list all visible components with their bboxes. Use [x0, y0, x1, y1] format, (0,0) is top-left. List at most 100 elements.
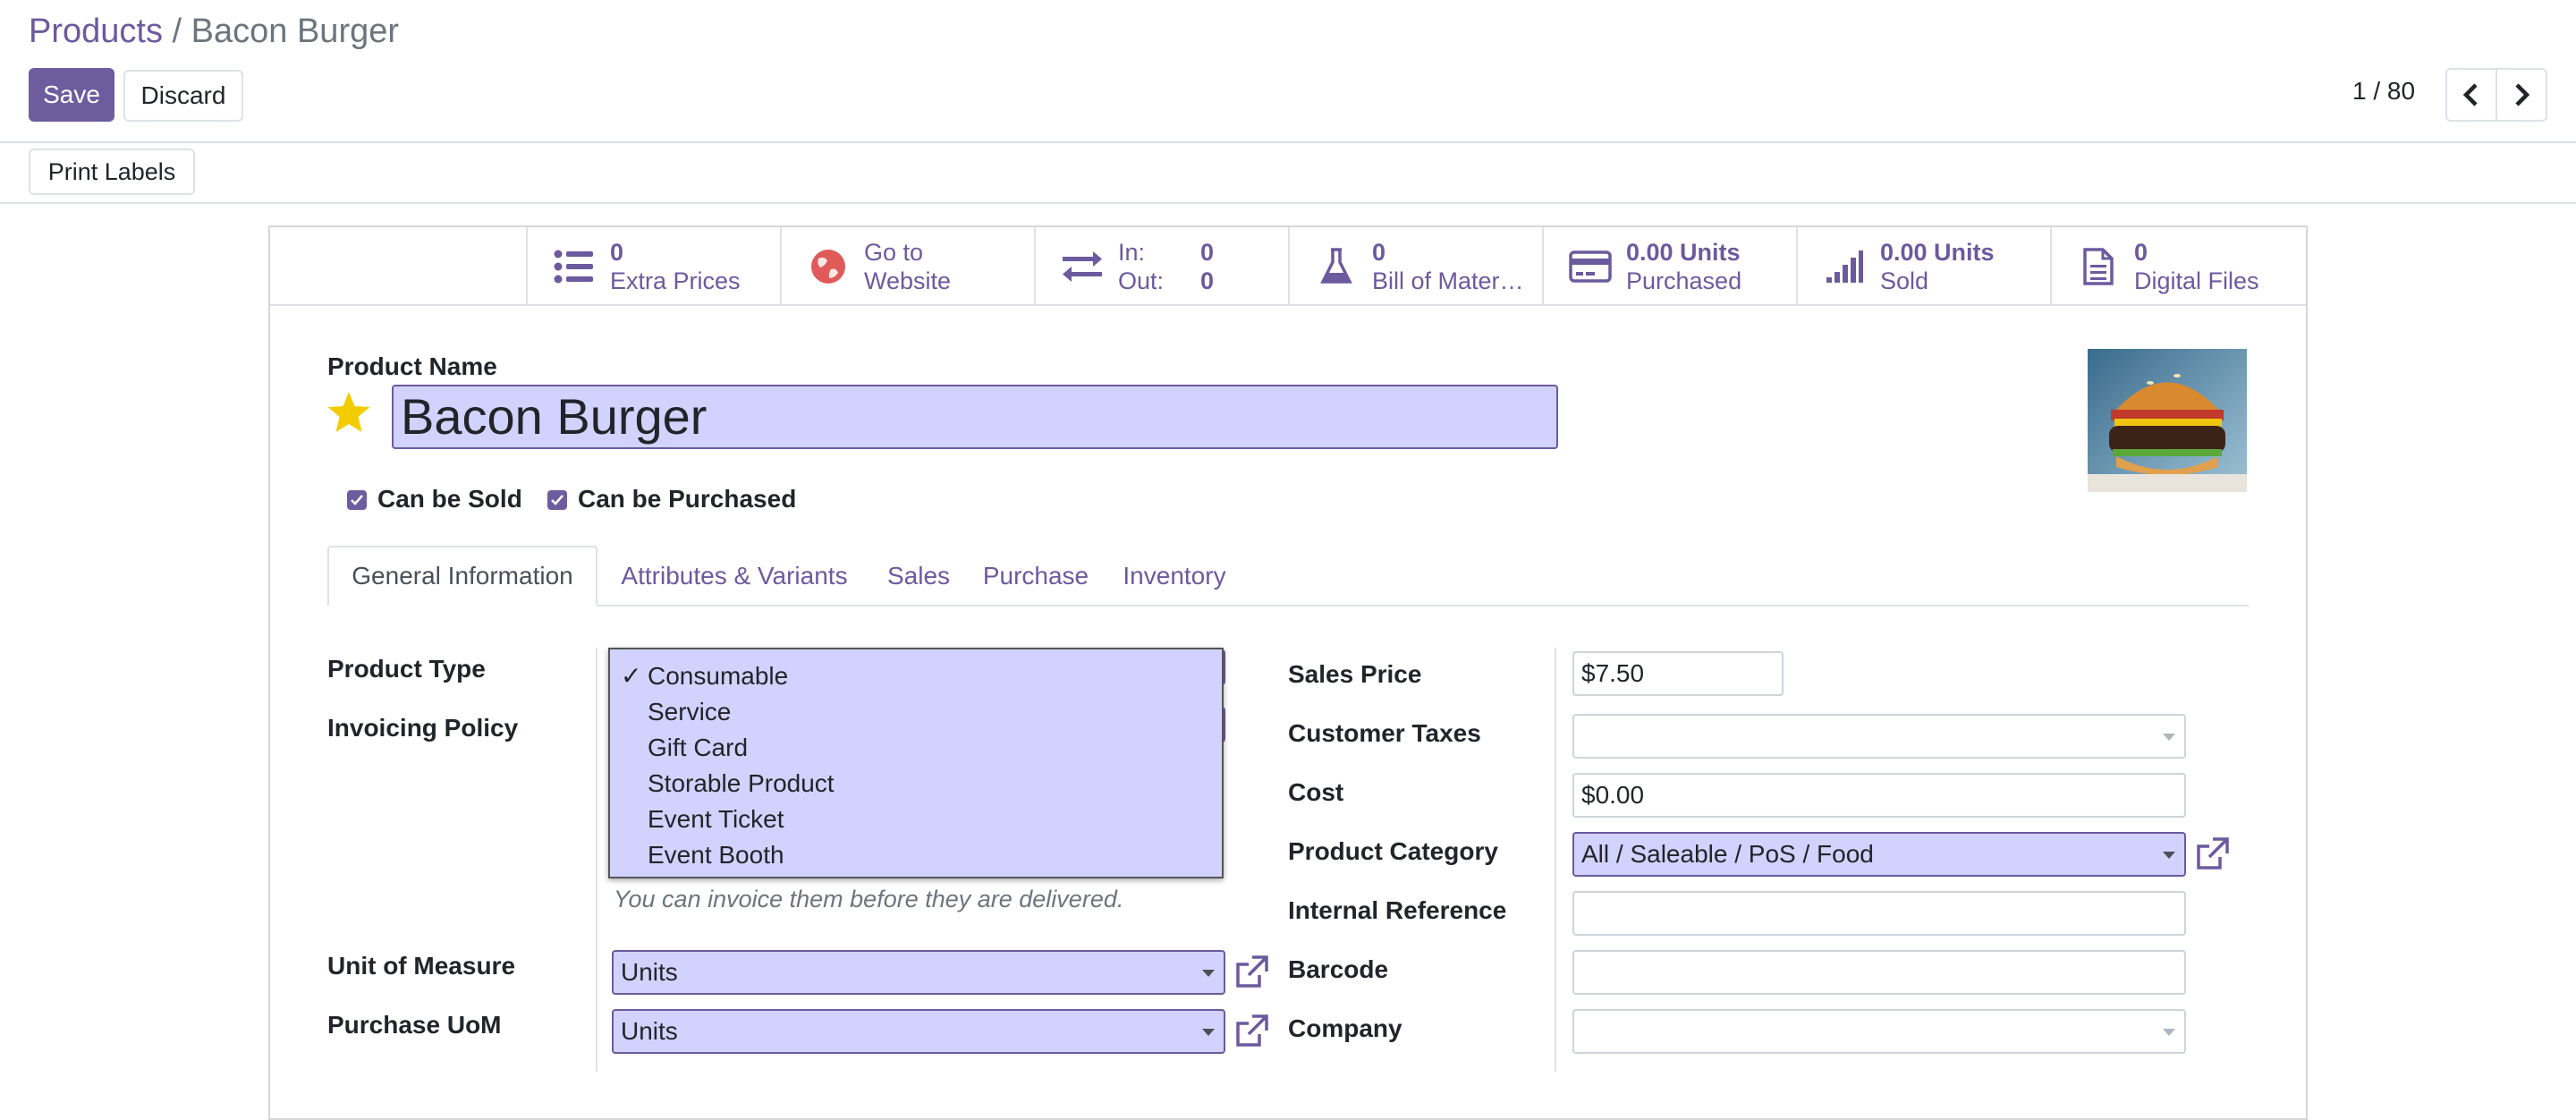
extra-prices-count: 0	[610, 239, 624, 266]
external-link-icon[interactable]	[1233, 1013, 1270, 1050]
in-label: In:	[1118, 239, 1146, 266]
breadcrumb-products-link[interactable]: Products	[29, 13, 163, 50]
exchange-icon	[1061, 247, 1104, 286]
can-be-purchased-label[interactable]: Can be Purchased	[578, 485, 796, 513]
chevron-down-icon	[1202, 1029, 1215, 1036]
purchased-label: Purchased	[1626, 267, 1742, 294]
globe-icon	[807, 247, 850, 286]
notebook-tabs: General Information Attributes & Variant…	[327, 546, 2249, 607]
product-type-option-gift-card[interactable]: Gift Card	[610, 730, 1222, 766]
bom-label: Bill of Mater…	[1372, 267, 1524, 294]
chevron-down-icon	[2163, 734, 2175, 741]
go-to-website-button[interactable]: Go to Website	[780, 227, 1034, 304]
list-icon	[553, 247, 596, 286]
star-icon[interactable]	[326, 390, 372, 439]
external-link-icon[interactable]	[1233, 954, 1270, 991]
product-type-label: Product Type	[327, 655, 486, 683]
unit-of-measure-select[interactable]: Units	[612, 950, 1225, 995]
product-type-option-event-booth[interactable]: Event Booth	[610, 837, 1222, 873]
internal-reference-label: Internal Reference	[1288, 896, 1507, 924]
extra-prices-label: Extra Prices	[610, 267, 741, 294]
save-button[interactable]: Save	[29, 68, 114, 122]
cost-label: Cost	[1288, 778, 1344, 806]
checkmark-icon	[351, 495, 363, 505]
extra-prices-button[interactable]: 0 Extra Prices	[526, 227, 780, 304]
company-label: Company	[1288, 1014, 1402, 1042]
barcode-input[interactable]	[1572, 950, 2186, 995]
cost-input[interactable]: $0.00	[1572, 773, 2186, 818]
product-type-option-consumable[interactable]: ✓ Consumable	[610, 658, 1222, 694]
pager-next-button[interactable]	[2496, 68, 2547, 122]
product-type-option-service[interactable]: Service	[610, 694, 1222, 730]
sold-button[interactable]: 0.00 Units Sold	[1796, 227, 2050, 304]
product-image[interactable]	[2088, 349, 2247, 492]
product-category-select[interactable]: All / Saleable / PoS / Food	[1572, 832, 2186, 877]
product-type-option-storable-product[interactable]: Storable Product	[610, 766, 1222, 802]
credit-card-icon	[1569, 247, 1612, 286]
purchase-uom-select[interactable]: Units	[612, 1009, 1225, 1054]
digital-files-count: 0	[2134, 239, 2148, 266]
pager-previous-button[interactable]	[2445, 68, 2497, 122]
product-type-option-event-ticket[interactable]: Event Ticket	[610, 802, 1222, 837]
breadcrumb: Products / Bacon Burger	[29, 11, 399, 52]
purchased-button[interactable]: 0.00 Units Purchased	[1542, 227, 1796, 304]
unit-of-measure-label: Unit of Measure	[327, 952, 516, 980]
smart-button-bar: 0 Extra Prices Go to Website In: 0 Out: …	[270, 227, 2306, 306]
print-labels-button[interactable]: Print Labels	[29, 148, 195, 195]
product-name-label: Product Name	[327, 352, 497, 380]
in-out-moves-button[interactable]: In: 0 Out: 0	[1034, 227, 1288, 304]
go-to-label: Go to	[864, 239, 924, 266]
form-sheet: 0 Extra Prices Go to Website In: 0 Out: …	[268, 225, 2308, 1120]
external-link-icon[interactable]	[2193, 836, 2231, 873]
checkmark-icon	[551, 495, 564, 505]
bill-of-materials-button[interactable]: 0 Bill of Mater…	[1288, 227, 1542, 304]
purchase-uom-value: Units	[621, 1017, 678, 1045]
control-panel: Products / Bacon Burger Save Discard 1 /…	[0, 0, 2576, 143]
purchased-value: 0.00 Units	[1626, 239, 1741, 266]
can-be-sold-checkbox[interactable]	[347, 490, 367, 510]
internal-reference-input[interactable]	[1572, 891, 2186, 936]
digital-files-button[interactable]: 0 Digital Files	[2050, 227, 2306, 304]
chevron-down-icon	[1202, 970, 1215, 977]
breadcrumb-current: Bacon Burger	[191, 13, 400, 50]
unit-of-measure-value: Units	[621, 958, 678, 986]
customer-taxes-select[interactable]	[1572, 714, 2186, 759]
website-label: Website	[864, 267, 952, 294]
tab-inventory[interactable]: Inventory	[1106, 546, 1243, 607]
in-value: 0	[1200, 239, 1215, 266]
breadcrumb-separator: /	[162, 13, 191, 50]
customer-taxes-label: Customer Taxes	[1288, 719, 1481, 747]
company-select[interactable]	[1572, 1009, 2186, 1054]
tab-general-information[interactable]: General Information	[327, 546, 597, 607]
selected-check-icon: ✓	[621, 662, 642, 690]
chevron-down-icon	[2163, 1029, 2175, 1036]
purchase-uom-label: Purchase UoM	[327, 1011, 502, 1039]
tab-sales[interactable]: Sales	[871, 546, 966, 607]
statusbar-divider	[0, 202, 2576, 204]
discard-button[interactable]: Discard	[123, 70, 243, 122]
tab-attributes-variants[interactable]: Attributes & Variants	[597, 546, 871, 607]
control-panel-divider	[0, 141, 2576, 143]
sold-label: Sold	[1880, 267, 1929, 294]
bom-count: 0	[1372, 239, 1386, 266]
can-be-purchased-checkbox[interactable]	[547, 490, 567, 510]
sales-price-input[interactable]: $7.50	[1572, 651, 1784, 696]
pager-value[interactable]: 1 / 80	[2352, 77, 2415, 106]
signal-icon	[1823, 247, 1866, 286]
option-label: Consumable	[648, 662, 789, 690]
out-value: 0	[1200, 267, 1215, 294]
product-category-value: All / Saleable / PoS / Food	[1581, 840, 1874, 868]
flask-icon	[1315, 247, 1358, 286]
product-name-input[interactable]: Bacon Burger	[392, 385, 1558, 449]
barcode-label: Barcode	[1288, 955, 1389, 983]
can-be-sold-label[interactable]: Can be Sold	[377, 485, 522, 513]
chevron-right-icon	[2515, 83, 2530, 106]
right-group-separator	[1555, 648, 1556, 1072]
invoicing-policy-help: You can invoice them before they are del…	[614, 886, 1124, 912]
tab-purchase[interactable]: Purchase	[966, 546, 1106, 607]
left-group-separator	[596, 648, 597, 1072]
digital-files-label: Digital Files	[2134, 267, 2259, 294]
chevron-left-icon	[2462, 83, 2478, 106]
sold-value: 0.00 Units	[1880, 239, 1995, 266]
sales-price-label: Sales Price	[1288, 660, 1422, 688]
